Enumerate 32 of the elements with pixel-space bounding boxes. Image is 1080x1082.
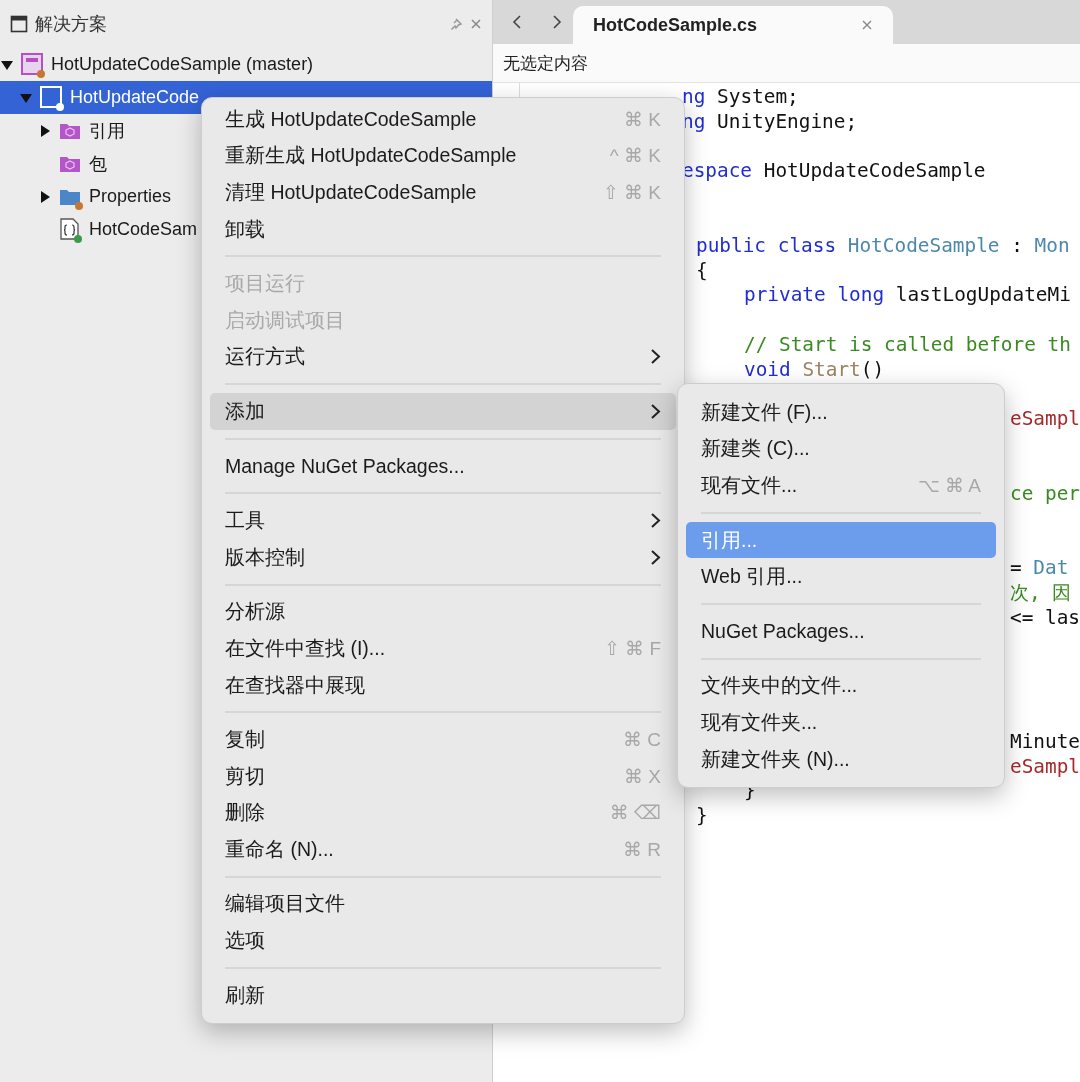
code-line: ce per	[1010, 481, 1080, 507]
shortcut-label: ⇧ ⌘ F	[603, 636, 661, 660]
shortcut-label: ⌘ R	[623, 837, 661, 861]
code-line: public class HotCodeSample : Mon	[696, 233, 1070, 259]
shortcut-label: ⇧ ⌘ K	[602, 181, 661, 204]
breadcrumb: 无选定内容	[503, 52, 588, 75]
code-line: private long lastLogUpdateMi	[744, 283, 1071, 309]
code-line: espace HotUpdateCodeSample	[682, 159, 986, 185]
code-line: // Start is called before th	[744, 332, 1071, 358]
code-line: ng System;	[682, 85, 799, 110]
tree-label: 引用	[89, 119, 125, 143]
code-line: }	[696, 804, 708, 829]
tree-label: HotCodeSam	[89, 219, 198, 240]
shortcut-label: ⌘ ⌫	[609, 801, 661, 825]
code-line: {	[696, 258, 708, 284]
code-line: eSampl	[1010, 754, 1080, 780]
shortcut-label: ^ ⌘ K	[609, 144, 661, 168]
code-line: 次, 因	[1010, 580, 1072, 606]
tree-label: HotUpdateCodeSample (master)	[51, 54, 314, 75]
shortcut-label: ⌘ X	[624, 764, 661, 788]
panel-title: 解决方案	[35, 13, 108, 36]
code-line: eSampl	[1010, 407, 1080, 433]
code-line: Minute	[1010, 729, 1080, 755]
tree-label: Properties	[89, 186, 172, 207]
shortcut-label: ⌘ K	[624, 107, 661, 131]
tree-label: 包	[89, 152, 107, 176]
shortcut-label: ⌥ ⌘ A	[917, 474, 981, 497]
code-line: void Start()	[744, 357, 885, 383]
tree-label: HotUpdateCode	[70, 87, 200, 108]
code-line: = Dat	[1010, 556, 1069, 581]
shortcut-label: ⌘ C	[623, 728, 661, 752]
code-line: <= las	[1010, 605, 1080, 631]
